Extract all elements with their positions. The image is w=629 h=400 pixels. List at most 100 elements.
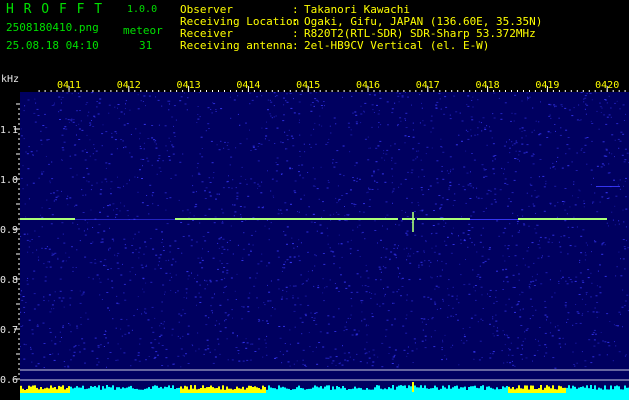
- noise-speck: [544, 237, 547, 239]
- level-bar: [64, 389, 66, 393]
- noise-speck: [352, 177, 354, 178]
- noise-speck: [241, 166, 243, 168]
- noise-speck: [163, 246, 165, 247]
- noise-speck: [371, 293, 373, 294]
- level-bar: [84, 389, 86, 393]
- level-bar: [366, 388, 368, 393]
- level-bar: [524, 385, 526, 393]
- noise-speck: [579, 287, 582, 289]
- noise-speck: [61, 159, 63, 161]
- noise-speck: [452, 227, 454, 229]
- noise-speck: [460, 339, 462, 341]
- noise-speck: [549, 167, 551, 169]
- noise-speck: [598, 128, 600, 130]
- noise-speck: [41, 216, 44, 218]
- noise-speck: [268, 291, 271, 293]
- noise-speck: [61, 96, 64, 98]
- level-bar: [438, 389, 440, 393]
- noise-speck: [218, 323, 220, 325]
- noise-speck: [334, 331, 337, 332]
- noise-speck: [73, 351, 76, 353]
- noise-speck: [52, 192, 55, 194]
- noise-speck: [584, 144, 587, 146]
- noise-speck: [533, 285, 536, 286]
- noise-speck: [460, 274, 462, 276]
- noise-speck: [100, 189, 103, 191]
- noise-speck: [344, 359, 347, 361]
- noise-speck: [187, 325, 190, 327]
- noise-speck: [87, 222, 89, 224]
- noise-speck: [511, 112, 513, 114]
- noise-speck: [237, 113, 239, 115]
- noise-speck: [61, 147, 64, 149]
- noise-speck: [474, 134, 477, 136]
- noise-speck: [159, 267, 162, 269]
- level-bar: [130, 385, 132, 393]
- level-bar: [70, 386, 72, 393]
- level-bar: [554, 389, 556, 393]
- noise-speck: [384, 256, 387, 258]
- noise-speck: [214, 324, 216, 326]
- noise-speck: [445, 222, 447, 224]
- noise-speck: [299, 134, 301, 136]
- noise-speck: [322, 346, 325, 348]
- noise-speck: [105, 162, 108, 164]
- noise-speck: [469, 198, 472, 199]
- noise-speck: [375, 147, 378, 149]
- noise-speck: [420, 187, 423, 188]
- noise-speck: [107, 205, 109, 207]
- noise-speck: [293, 310, 296, 312]
- x-tick-label: 0412: [117, 80, 141, 91]
- noise-speck: [501, 167, 503, 169]
- noise-speck: [218, 343, 220, 345]
- noise-speck: [46, 246, 48, 248]
- noise-speck: [434, 330, 436, 332]
- noise-speck: [386, 319, 389, 321]
- noise-speck: [601, 197, 603, 199]
- noise-speck: [299, 93, 302, 95]
- noise-speck: [327, 142, 329, 143]
- noise-speck: [581, 280, 584, 282]
- level-bar: [306, 389, 308, 393]
- noise-speck: [301, 333, 303, 335]
- noise-speck: [497, 327, 498, 329]
- noise-speck: [241, 342, 244, 344]
- x-tick-label: 0413: [177, 80, 201, 91]
- noise-speck: [595, 311, 598, 313]
- noise-speck: [404, 135, 407, 137]
- noise-speck: [356, 291, 359, 293]
- noise-speck: [111, 238, 114, 240]
- noise-speck: [75, 267, 77, 268]
- noise-speck: [419, 278, 422, 280]
- level-bar: [242, 386, 244, 393]
- noise-speck: [86, 180, 88, 182]
- noise-speck: [425, 240, 427, 242]
- noise-speck: [274, 95, 276, 97]
- noise-speck: [319, 331, 322, 333]
- noise-speck: [624, 300, 627, 302]
- noise-speck: [126, 123, 129, 125]
- noise-speck: [78, 139, 81, 140]
- noise-speck: [455, 144, 458, 146]
- noise-speck: [149, 238, 152, 240]
- noise-speck: [383, 288, 384, 290]
- noise-speck: [338, 291, 340, 292]
- level-bar: [148, 387, 150, 393]
- noise-speck: [477, 127, 479, 129]
- noise-speck: [136, 308, 138, 310]
- level-bar: [44, 388, 46, 393]
- noise-speck: [356, 180, 358, 182]
- noise-speck: [535, 120, 537, 122]
- noise-speck: [514, 311, 516, 313]
- noise-speck: [42, 125, 45, 126]
- noise-speck: [584, 360, 587, 362]
- noise-speck: [293, 112, 296, 114]
- level-bar: [520, 388, 522, 393]
- level-bar: [400, 385, 402, 393]
- noise-speck: [515, 150, 517, 152]
- noise-speck: [234, 290, 236, 292]
- noise-speck: [326, 227, 328, 229]
- noise-speck: [293, 247, 295, 249]
- noise-speck: [85, 103, 87, 105]
- level-bar: [158, 387, 160, 393]
